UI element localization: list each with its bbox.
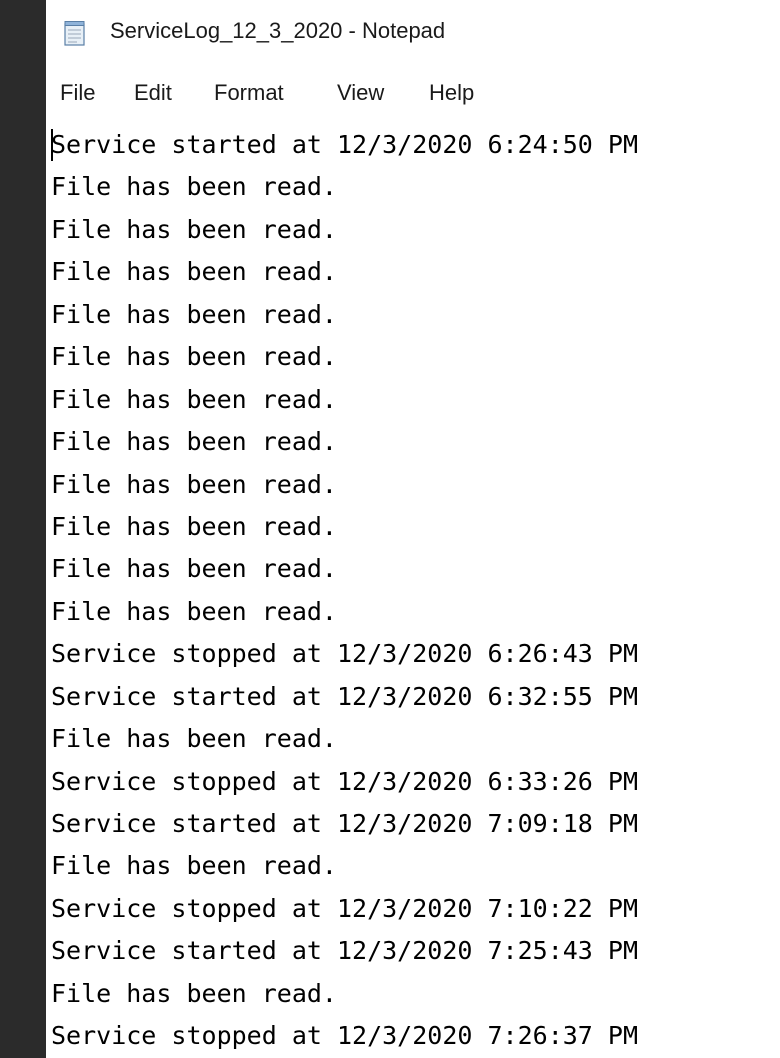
text-line: Service stopped at 12/3/2020 6:33:26 PM — [51, 766, 638, 796]
title-bar[interactable]: ServiceLog_12_3_2020 - Notepad — [46, 0, 780, 66]
text-editor-area[interactable]: Service started at 12/3/2020 6:24:50 PM … — [46, 116, 780, 1058]
text-line: Service started at 12/3/2020 6:32:55 PM — [51, 681, 638, 711]
text-line: File has been read. — [51, 342, 337, 372]
text-line: File has been read. — [51, 724, 337, 754]
text-lines: Service started at 12/3/2020 6:24:50 PM … — [51, 124, 638, 1058]
menu-edit[interactable]: Edit — [130, 78, 176, 108]
text-line: File has been read. — [51, 299, 337, 329]
text-caret — [51, 129, 53, 161]
menu-view[interactable]: View — [333, 78, 388, 108]
menu-format[interactable]: Format — [210, 78, 288, 108]
menu-bar: File Edit Format View Help — [46, 72, 780, 116]
text-line: Service stopped at 12/3/2020 7:10:22 PM — [51, 893, 638, 923]
menu-help[interactable]: Help — [425, 78, 478, 108]
text-line: Service started at 12/3/2020 7:09:18 PM — [51, 809, 638, 838]
text-line: File has been read. — [51, 172, 337, 202]
text-line: File has been read. — [51, 214, 337, 244]
notepad-window: ServiceLog_12_3_2020 - Notepad File Edit… — [46, 0, 780, 1058]
text-line: File has been read. — [51, 978, 337, 1008]
text-line: File has been read. — [51, 554, 337, 584]
text-line: Service started at 12/3/2020 7:25:43 PM — [51, 936, 638, 966]
text-line: File has been read. — [51, 596, 337, 626]
text-line: File has been read. — [51, 469, 337, 499]
menu-file[interactable]: File — [56, 78, 99, 108]
text-line: File has been read. — [51, 384, 337, 414]
window-title: ServiceLog_12_3_2020 - Notepad — [110, 18, 446, 43]
desktop-background-strip — [0, 0, 46, 1058]
text-line: Service started at 12/3/2020 6:24:50 PM — [51, 130, 638, 159]
text-line: File has been read. — [51, 851, 337, 881]
text-line: File has been read. — [51, 511, 337, 541]
text-line: Service stopped at 12/3/2020 6:26:43 PM — [51, 639, 638, 669]
text-line: File has been read. — [51, 427, 337, 457]
notepad-icon — [64, 21, 85, 46]
text-line: File has been read. — [51, 257, 337, 287]
text-line: Service stopped at 12/3/2020 7:26:37 PM — [51, 1021, 638, 1051]
